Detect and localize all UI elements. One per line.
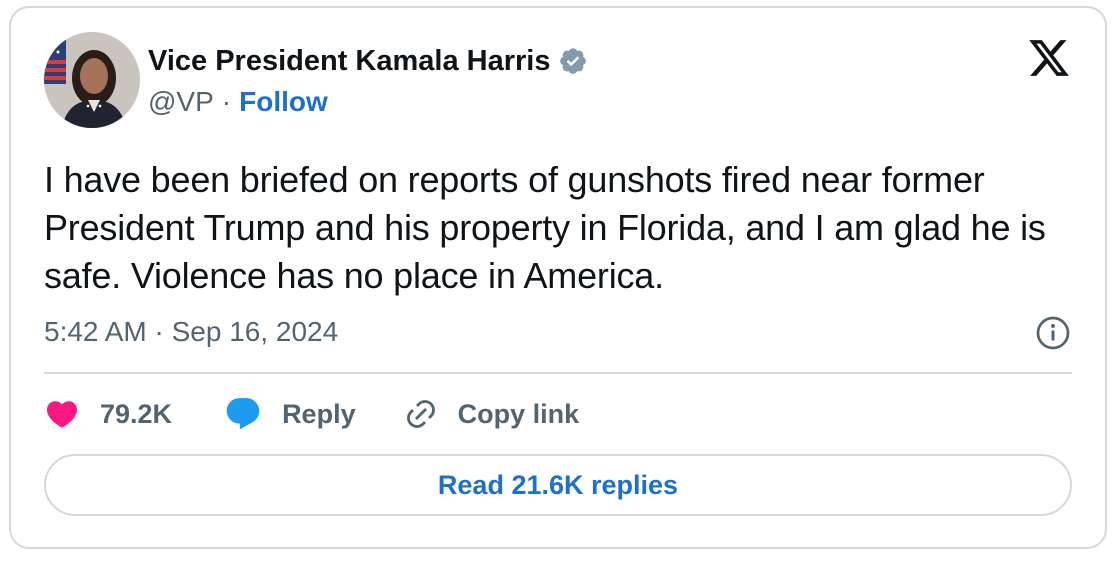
reply-label: Reply [282, 398, 356, 429]
tweet-embed-card: Vice President Kamala Harris @VP · Follo… [9, 6, 1107, 549]
info-icon[interactable] [1035, 315, 1071, 351]
tweet-actions: 79.2K Reply Copy link [44, 392, 579, 436]
heart-icon [44, 396, 80, 432]
author-handle-row: @VP · Follow [148, 84, 328, 120]
follow-button[interactable]: Follow [239, 86, 328, 118]
like-count: 79.2K [100, 398, 173, 429]
like-button[interactable]: 79.2K [44, 396, 172, 432]
handle-separator: · [221, 86, 232, 117]
speech-bubble-icon [224, 395, 262, 433]
divider [44, 372, 1072, 374]
profile-photo-icon [44, 32, 140, 128]
author-name-row: Vice President Kamala Harris [148, 42, 588, 80]
copy-link-label: Copy link [457, 398, 580, 429]
author-display-name[interactable]: Vice President Kamala Harris [148, 45, 550, 78]
tweet-timestamp[interactable]: 5:42 AM · Sep 16, 2024 [44, 316, 338, 348]
tweet-text: I have been briefed on reports of gunsho… [44, 159, 1046, 296]
verified-badge-icon [558, 46, 588, 76]
avatar[interactable] [44, 32, 140, 128]
x-logo-icon[interactable] [1027, 36, 1071, 80]
copy-link-button[interactable]: Copy link [404, 397, 580, 431]
author-handle[interactable]: @VP [148, 86, 214, 118]
reply-button[interactable]: Reply [224, 395, 356, 433]
link-icon [404, 397, 438, 431]
read-replies-button[interactable]: Read 21.6K replies [44, 454, 1072, 516]
